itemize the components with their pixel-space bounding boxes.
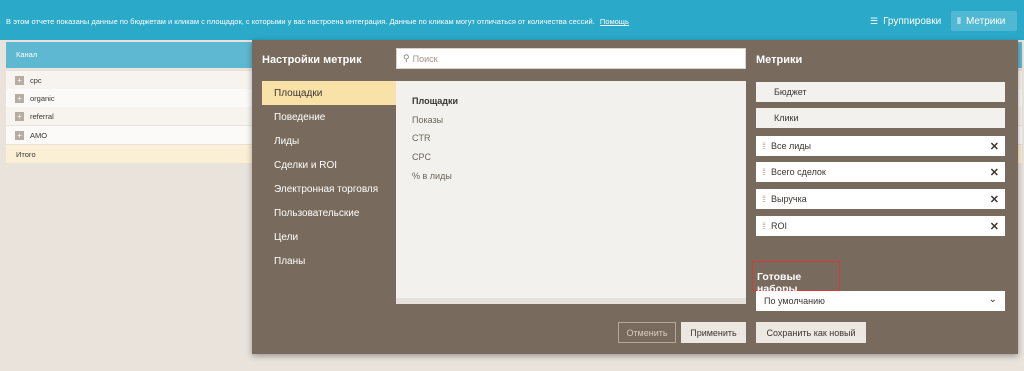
- selected-metric-label: Всего сделок: [771, 167, 826, 177]
- category-item-custom[interactable]: Пользовательские: [262, 201, 396, 225]
- selected-metric-roi[interactable]: ⁞⁞ ROI ✕: [756, 216, 1005, 236]
- drag-handle-icon[interactable]: ⁞⁞: [762, 167, 766, 177]
- category-list: Площадки Поведение Лиды Сделки и ROI Эле…: [262, 81, 396, 273]
- save-as-new-button[interactable]: Сохранить как новый: [756, 322, 866, 343]
- row-label: cpc: [30, 76, 42, 85]
- category-item-ecommerce[interactable]: Электронная торговля: [262, 177, 396, 201]
- expand-plus-icon[interactable]: +: [15, 131, 24, 140]
- row-label: organic: [30, 94, 55, 103]
- metrics-label: Метрики: [965, 15, 1006, 27]
- chevron-down-icon: ⌄: [988, 294, 997, 305]
- help-link[interactable]: Помощь: [600, 17, 629, 26]
- search-input[interactable]: [412, 53, 733, 64]
- row-label: AMO: [30, 131, 48, 140]
- metric-option-ctr[interactable]: CTR: [412, 133, 431, 143]
- close-icon[interactable]: ✕: [990, 220, 999, 233]
- selected-metric-clicks: Клики: [756, 108, 1005, 128]
- category-item-leads[interactable]: Лиды: [262, 129, 396, 153]
- drag-handle-icon[interactable]: ⁞⁞: [762, 141, 766, 151]
- selected-metric-all-leads[interactable]: ⁞⁞ Все лиды ✕: [756, 136, 1005, 156]
- row-label: referral: [30, 112, 54, 121]
- groupings-label: Группировки: [883, 15, 942, 27]
- groupings-button[interactable]: ☰ Группировки: [864, 11, 947, 31]
- search-icon: ⚲: [403, 53, 410, 63]
- filter-lines-icon: ☰: [870, 15, 879, 26]
- close-icon[interactable]: ✕: [990, 140, 999, 153]
- selected-metric-label: Клики: [774, 113, 799, 123]
- category-item-plans[interactable]: Планы: [262, 249, 396, 273]
- cancel-button[interactable]: Отменить: [618, 322, 676, 343]
- selected-metric-total-deals[interactable]: ⁞⁞ Всего сделок ✕: [756, 162, 1005, 182]
- drag-handle-icon[interactable]: ⁞⁞: [762, 221, 766, 231]
- preset-select[interactable]: По умолчанию ⌄: [756, 291, 1005, 311]
- search-box[interactable]: ⚲: [396, 48, 746, 69]
- selected-metric-label: ROI: [771, 221, 788, 231]
- info-text: В этом отчете показаны данные по бюджета…: [6, 17, 629, 26]
- drag-handle-icon[interactable]: ⁞⁞: [762, 194, 766, 204]
- category-item-platforms[interactable]: Площадки: [262, 81, 396, 105]
- preset-value: По умолчанию: [764, 296, 825, 306]
- metric-option-lead-rate[interactable]: % в лиды: [412, 171, 452, 181]
- metric-option-cpc[interactable]: CPC: [412, 152, 431, 162]
- available-metrics-panel: Площадки Показы CTR CPC % в лиды: [396, 81, 746, 304]
- metrics-button[interactable]: ⦀ Метрики: [951, 11, 1017, 31]
- bars-icon: ⦀: [957, 15, 961, 26]
- category-item-goals[interactable]: Цели: [262, 225, 396, 249]
- selected-metric-revenue[interactable]: ⁞⁞ Выручка ✕: [756, 189, 1005, 209]
- selected-metric-label: Все лиды: [771, 141, 812, 151]
- info-bar: В этом отчете показаны данные по бюджета…: [0, 0, 1024, 40]
- total-label: Итого: [16, 150, 36, 159]
- metrics-panel-title: Метрики: [756, 54, 803, 66]
- field-group-title: Площадки: [412, 96, 459, 106]
- expand-plus-icon[interactable]: +: [15, 94, 24, 103]
- expand-plus-icon[interactable]: +: [15, 112, 24, 121]
- panel-scroll-strip: [396, 298, 746, 304]
- apply-button[interactable]: Применить: [681, 322, 746, 343]
- expand-plus-icon[interactable]: +: [15, 76, 24, 85]
- column-header-channel: Канал: [16, 50, 38, 59]
- metrics-settings-modal: Настройки метрик ⚲ Метрики Площадки Пове…: [252, 40, 1018, 354]
- selected-metric-budget: Бюджет: [756, 82, 1005, 102]
- metric-option-impressions[interactable]: Показы: [412, 115, 443, 125]
- category-item-behavior[interactable]: Поведение: [262, 105, 396, 129]
- selected-metric-label: Бюджет: [774, 87, 807, 97]
- presets-title: Готовые наборы: [752, 261, 840, 295]
- close-icon[interactable]: ✕: [990, 193, 999, 206]
- modal-title: Настройки метрик: [262, 54, 362, 66]
- selected-metric-label: Выручка: [771, 194, 807, 204]
- category-item-deals-roi[interactable]: Сделки и ROI: [262, 153, 396, 177]
- close-icon[interactable]: ✕: [990, 166, 999, 179]
